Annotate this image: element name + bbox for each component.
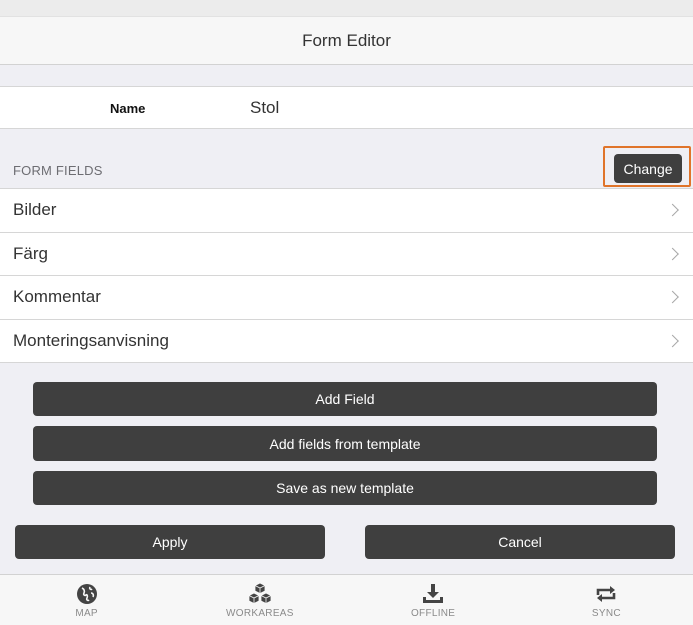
globe-icon [76, 584, 97, 604]
sync-icon [597, 586, 616, 602]
add-field-button[interactable]: Add Field [33, 382, 657, 416]
list-item-farg[interactable]: Färg [0, 233, 693, 276]
cancel-button[interactable]: Cancel [365, 525, 675, 559]
status-strip [0, 0, 693, 16]
tab-label: MAP [75, 608, 98, 619]
chevron-right-icon [666, 334, 679, 348]
name-row[interactable]: Name Stol [0, 86, 693, 129]
bottom-tab-bar: MAP WORKAREAS OFFLINE SYNC [0, 574, 693, 625]
chevron-right-icon [666, 290, 679, 304]
tab-label: SYNC [591, 608, 621, 619]
tab-map[interactable]: MAP [0, 575, 173, 625]
chevron-right-icon [666, 203, 679, 217]
nav-header: Form Editor [0, 16, 693, 65]
form-fields-header: FORM FIELDS [13, 163, 103, 178]
tab-label: OFFLINE [410, 608, 456, 619]
page-title: Form Editor [302, 30, 391, 50]
download-icon [423, 584, 444, 603]
change-button[interactable]: Change [614, 154, 682, 183]
tab-sync[interactable]: SYNC [520, 575, 693, 625]
add-fields-from-template-button[interactable]: Add fields from template [33, 426, 657, 461]
list-item-label: Bilder [13, 200, 57, 220]
list-item-label: Monteringsanvisning [13, 330, 169, 350]
save-as-template-button[interactable]: Save as new template [33, 471, 657, 505]
form-fields-list: Bilder Färg Kommentar Monteringsanvisnin… [0, 188, 693, 363]
list-item-label: Färg [13, 243, 48, 263]
tab-offline[interactable]: OFFLINE [347, 575, 520, 625]
name-field[interactable]: Stol [250, 98, 279, 118]
chevron-right-icon [666, 247, 679, 261]
list-item-monteringsanvisning[interactable]: Monteringsanvisning [0, 320, 693, 363]
list-item-bilder[interactable]: Bilder [0, 189, 693, 233]
list-item-kommentar[interactable]: Kommentar [0, 276, 693, 320]
tab-label: WORKAREAS [226, 608, 294, 619]
name-label: Name [110, 101, 146, 116]
tab-workareas[interactable]: WORKAREAS [173, 575, 346, 625]
apply-button[interactable]: Apply [15, 525, 325, 559]
boxes-icon [248, 582, 272, 604]
list-item-label: Kommentar [13, 287, 101, 307]
